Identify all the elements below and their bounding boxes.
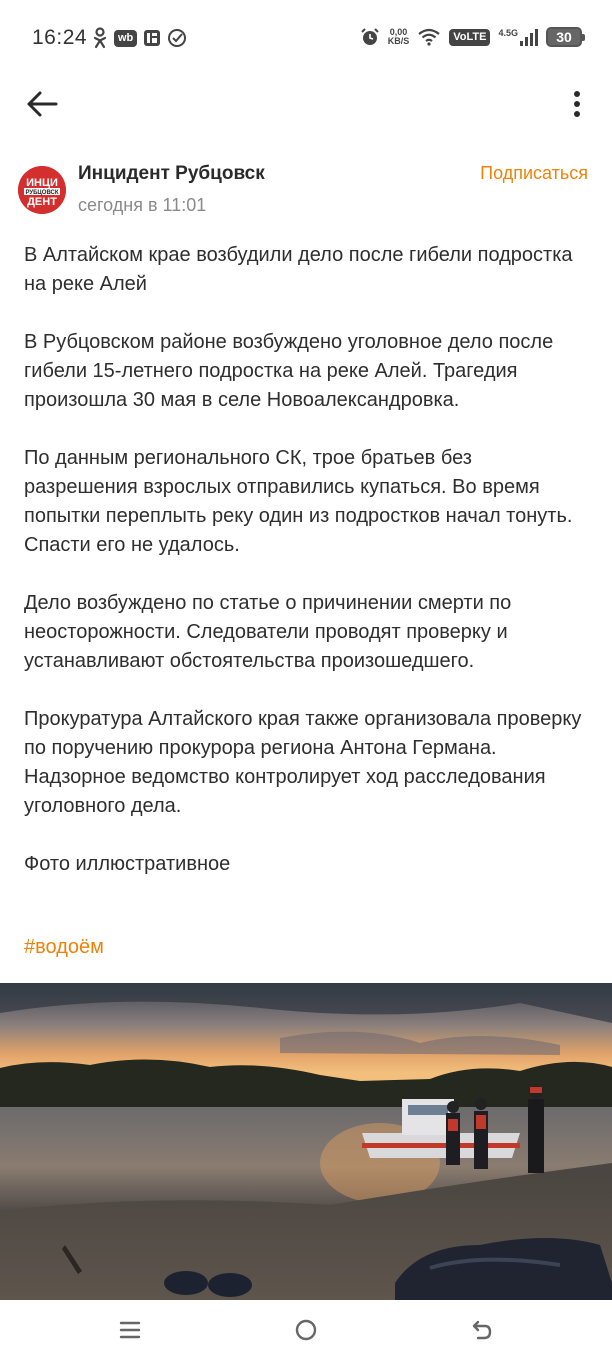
post-paragraph: Фото иллюстративное — [24, 853, 231, 875]
menu-lines-icon — [119, 1321, 141, 1339]
post-time: сегодня в 11:01 — [78, 195, 207, 215]
home-button[interactable] — [286, 1314, 326, 1346]
post-paragraph: Прокуратура Алтайского края также органи… — [24, 708, 582, 817]
wifi-icon — [418, 28, 440, 46]
alarm-icon — [361, 28, 379, 45]
post-body: В Алтайском крае возбудили дело после ги… — [24, 241, 584, 908]
post-paragraph: Дело возбуждено по статье о причинении с… — [24, 592, 512, 672]
post-paragraph: В Алтайском крае возбудили дело после ги… — [24, 244, 573, 295]
subscribe-button[interactable]: Подписаться — [480, 163, 588, 184]
svg-text:ИНЦИ: ИНЦИ — [26, 177, 58, 189]
net-speed-unit: KB/S — [387, 36, 410, 46]
sunset-river-image — [0, 983, 612, 1300]
status-time: 16:24 — [32, 26, 88, 49]
svg-text:ДЕНТ: ДЕНТ — [27, 196, 57, 208]
group-avatar[interactable]: ИНЦИ РУБЦОВСК ДЕНТ — [18, 166, 66, 214]
post-paragraph: В Рубцовском районе возбуждено уголовное… — [24, 331, 554, 411]
wb-app-icon: wb — [114, 29, 138, 47]
volte-badge: VoLTE — [449, 28, 491, 46]
post-header: ИНЦИ РУБЦОВСК ДЕНТ Инцидент Рубцовск сег… — [0, 150, 612, 230]
group-logo-icon: ИНЦИ РУБЦОВСК ДЕНТ — [18, 166, 66, 214]
system-nav-bar — [0, 1300, 612, 1360]
post-paragraph: По данным регионального СК, трое братьев… — [24, 447, 573, 556]
recent-apps-button[interactable] — [110, 1314, 150, 1346]
ok-notification-icon — [93, 27, 107, 49]
signal-icon: 4.5G — [498, 28, 538, 46]
hashtag-link[interactable]: #водоём — [24, 936, 104, 959]
status-left-icons: wb — [92, 27, 187, 49]
network-type: 4.5G — [498, 28, 518, 38]
net-speed: 0,00 KB/S — [388, 28, 410, 46]
post-photo[interactable] — [0, 983, 612, 1300]
news-app-icon — [144, 30, 161, 46]
more-menu-button[interactable] — [562, 84, 592, 124]
app-bar — [0, 78, 612, 128]
signal-bars-icon — [520, 29, 538, 46]
more-vert-icon — [574, 91, 580, 117]
back-arrow-icon — [472, 1320, 492, 1340]
back-button[interactable] — [22, 84, 62, 124]
check-circle-icon — [168, 29, 187, 47]
home-circle-icon — [295, 1319, 317, 1341]
battery-icon: 30 — [546, 27, 585, 47]
arrow-left-icon — [27, 91, 58, 117]
status-bar: 16:24 wb 0,00 KB/S VoLTE 4.5G 30 — [0, 0, 612, 78]
status-right-icons: 0,00 KB/S VoLTE 4.5G 30 — [360, 27, 585, 47]
system-back-button[interactable] — [462, 1314, 502, 1346]
author-name[interactable]: Инцидент Рубцовск — [78, 163, 265, 185]
